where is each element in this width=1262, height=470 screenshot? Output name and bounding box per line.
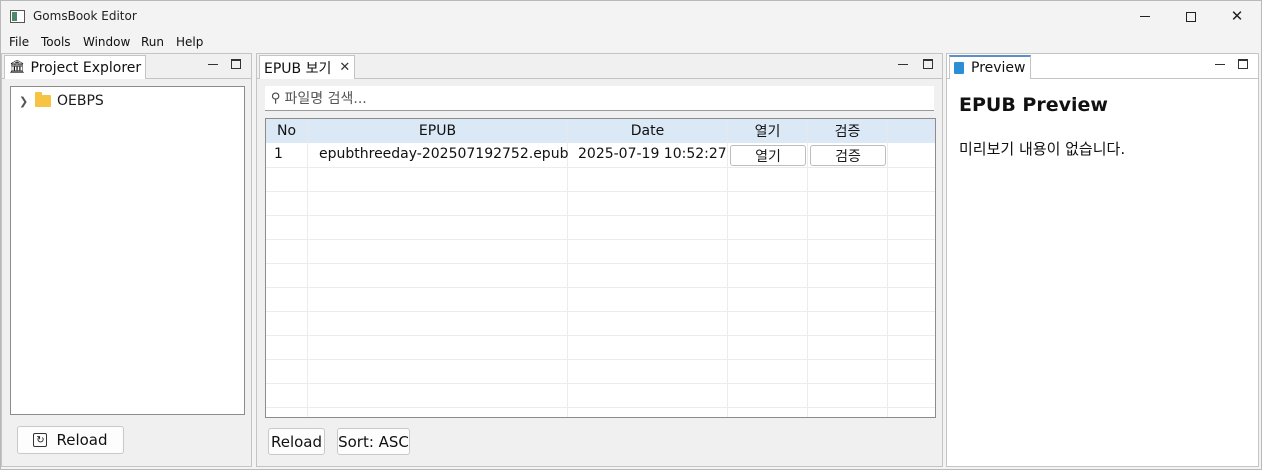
grid-line — [567, 143, 568, 417]
minimize-button[interactable] — [1122, 1, 1168, 32]
maximize-icon — [1186, 11, 1196, 22]
maximize-button[interactable] — [1168, 1, 1214, 32]
search-placeholder: 파일명 검색... — [284, 91, 367, 107]
menu-file[interactable]: File — [9, 35, 29, 49]
grid-line — [727, 143, 728, 417]
tab-strip-divider — [257, 78, 942, 79]
grid-line — [266, 239, 935, 240]
column-header-open[interactable]: 열기 — [728, 119, 808, 143]
grid-line — [266, 383, 935, 384]
title-bar: GomsBook Editor ✕ — [1, 1, 1261, 32]
panel-maximize-icon[interactable] — [231, 59, 241, 69]
grid-line — [266, 407, 935, 408]
panel-minimize-icon[interactable] — [898, 59, 908, 65]
epub-view-panel: EPUB 보기 ✕ ⚲ 파일명 검색... No EPUB Date 열기 검증 — [256, 53, 943, 467]
app-icon — [10, 10, 25, 23]
search-icon: ⚲ — [271, 90, 281, 106]
close-button[interactable]: ✕ — [1214, 1, 1260, 32]
panel-maximize-icon[interactable] — [1238, 59, 1248, 69]
table-header: No EPUB Date 열기 검증 — [266, 119, 935, 143]
grid-line — [807, 143, 808, 417]
tab-label: EPUB 보기 — [264, 60, 332, 77]
grid-line — [266, 335, 935, 336]
search-input[interactable]: ⚲ 파일명 검색... — [265, 86, 934, 111]
grid-line — [266, 287, 935, 288]
window-title: GomsBook Editor — [33, 9, 137, 23]
cell-no: 1 — [274, 146, 283, 162]
sort-button[interactable]: Sort: ASC — [337, 428, 410, 455]
grid-line — [266, 215, 935, 216]
preview-panel: Preview EPUB Preview 미리보기 내용이 없습니다. — [946, 53, 1259, 467]
reload-button[interactable]: ↻ Reload — [17, 426, 124, 454]
menu-run[interactable]: Run — [141, 35, 164, 49]
tree-item-label: OEBPS — [57, 93, 104, 109]
library-icon: 🏛 — [9, 60, 26, 75]
refresh-icon: ↻ — [33, 433, 48, 447]
menu-bar: File Tools Window Run Help — [1, 32, 1261, 52]
folder-icon — [35, 92, 51, 107]
app-window: GomsBook Editor ✕ File Tools Window Run … — [0, 0, 1262, 470]
grid-line — [266, 191, 935, 192]
grid-line — [887, 143, 888, 417]
project-explorer-panel: 🏛 Project Explorer ❯ OEBPS ↻ Reload — [1, 53, 252, 467]
panel-maximize-icon[interactable] — [923, 59, 933, 69]
grid-line — [266, 359, 935, 360]
grid-line — [266, 263, 935, 264]
epub-table: No EPUB Date 열기 검증 1 epubthreeday-202507… — [265, 118, 936, 418]
preview-heading: EPUB Preview — [959, 94, 1108, 116]
menu-help[interactable]: Help — [176, 35, 203, 49]
project-tree[interactable]: ❯ OEBPS — [10, 86, 245, 415]
close-icon: ✕ — [1230, 7, 1244, 25]
open-button[interactable]: 열기 — [730, 145, 806, 166]
grid-line — [266, 311, 935, 312]
column-header-verify[interactable]: 검증 — [808, 119, 888, 143]
column-header-date[interactable]: Date — [568, 119, 728, 143]
chevron-right-icon[interactable]: ❯ — [19, 95, 35, 108]
grid-line — [307, 143, 308, 417]
tab-label: Project Explorer — [30, 59, 142, 76]
menu-tools[interactable]: Tools — [41, 35, 71, 49]
verify-button[interactable]: 검증 — [810, 145, 886, 166]
tab-epub-view[interactable]: EPUB 보기 ✕ — [259, 55, 356, 79]
minimize-icon — [1140, 16, 1150, 17]
cell-date: 2025-07-19 10:52:27 — [578, 146, 727, 162]
reload-table-button[interactable]: Reload — [268, 428, 325, 455]
panel-minimize-icon[interactable] — [1215, 59, 1225, 65]
preview-message: 미리보기 내용이 없습니다. — [959, 140, 1126, 158]
menu-window[interactable]: Window — [83, 35, 130, 49]
document-icon — [954, 62, 964, 74]
grid-line — [266, 167, 935, 168]
column-header-no[interactable]: No — [266, 119, 308, 143]
cell-epub: epubthreeday-202507192752.epub — [319, 146, 569, 162]
tree-item-oebps[interactable]: ❯ OEBPS — [19, 92, 104, 109]
close-tab-icon[interactable]: ✕ — [339, 60, 350, 75]
tab-label: Preview — [971, 60, 1026, 76]
tab-project-explorer[interactable]: 🏛 Project Explorer — [4, 55, 147, 79]
column-header-epub[interactable]: EPUB — [308, 119, 568, 143]
reload-label: Reload — [56, 431, 108, 449]
panel-minimize-icon[interactable] — [208, 59, 218, 65]
tab-preview[interactable]: Preview — [949, 55, 1031, 79]
